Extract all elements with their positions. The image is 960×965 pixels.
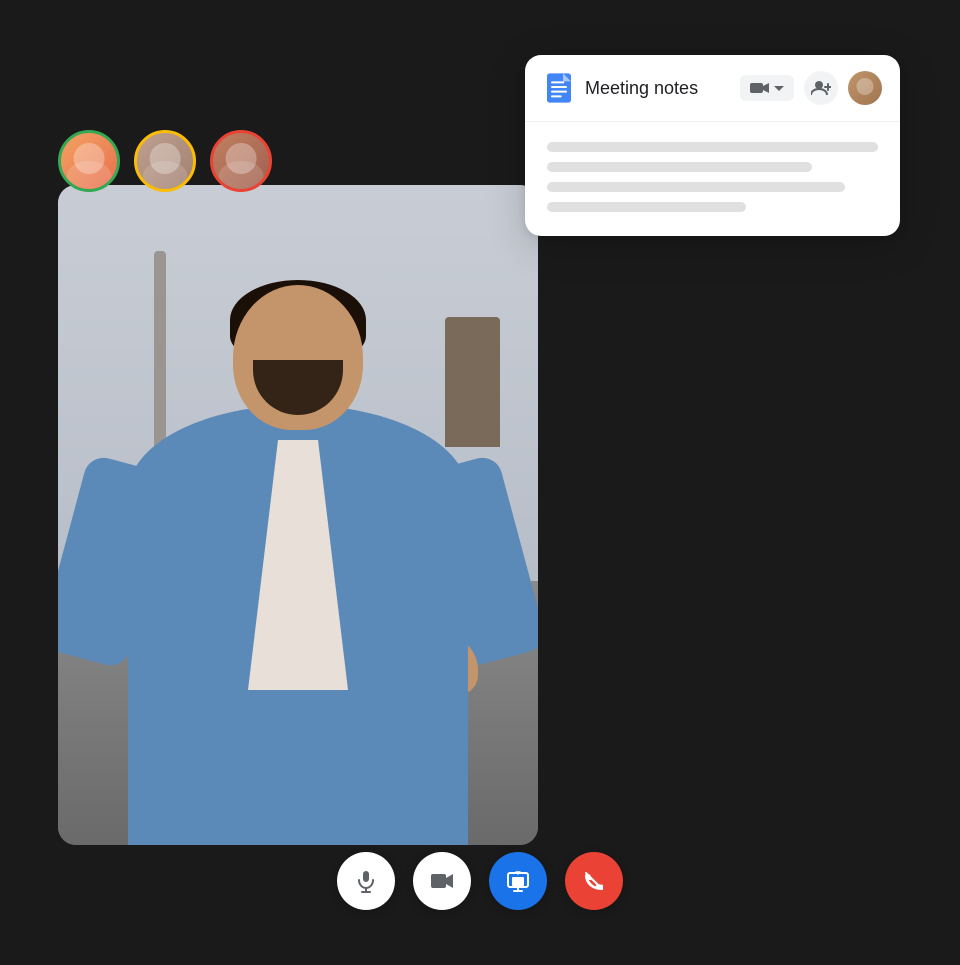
controls-bar [337,852,623,910]
notes-title: Meeting notes [585,78,730,99]
present-button[interactable] [489,852,547,910]
participant-avatar-3[interactable] [210,130,272,192]
video-icon [750,81,770,95]
avatar-face-1 [61,133,117,189]
docs-icon [543,72,575,104]
user-avatar-header[interactable] [848,71,882,105]
meeting-notes-panel: Meeting notes [525,55,900,236]
participant-avatar-1[interactable] [58,130,120,192]
camera-button[interactable] [413,852,471,910]
video-call-button[interactable] [740,75,794,101]
mic-icon [354,869,378,893]
notes-header: Meeting notes [525,55,900,122]
avatar-face-3 [213,133,269,189]
end-call-icon [582,869,606,893]
content-line-4 [547,202,746,212]
mic-button[interactable] [337,852,395,910]
content-line-2 [547,162,812,172]
video-feed [58,185,538,845]
add-person-button[interactable] [804,71,838,105]
present-icon [506,869,530,893]
participant-avatar-2[interactable] [134,130,196,192]
notes-content [525,122,900,236]
avatar-face-2 [137,133,193,189]
chevron-down-icon [774,86,784,91]
content-line-3 [547,182,845,192]
camera-icon [430,869,454,893]
end-call-button[interactable] [565,852,623,910]
content-line-1 [547,142,878,152]
person-in-video [88,265,508,845]
add-person-icon [811,79,831,97]
main-scene: Meeting notes [0,0,960,965]
video-background [58,185,538,845]
participants-strip [58,130,272,192]
